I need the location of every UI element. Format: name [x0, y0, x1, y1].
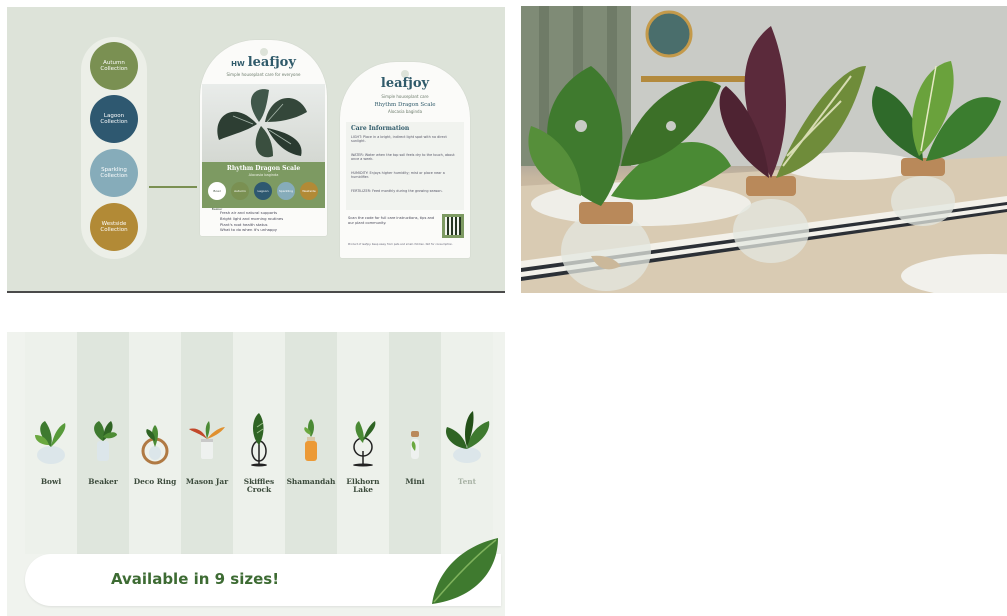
mini-badge: Bowl Beaker: [208, 182, 226, 211]
size-name: Mason Jar: [185, 477, 229, 486]
shamandah-icon: [304, 419, 317, 461]
size-name: Elkhorn Lake: [346, 477, 380, 494]
size-name: Tent: [457, 477, 477, 486]
skiffles-crock-icon: [251, 413, 267, 467]
sizes-banner: Available in 9 sizes!: [25, 538, 501, 606]
feature-list: Fresh air and natural supports Bright li…: [220, 210, 320, 233]
lifestyle-photo[interactable]: [521, 6, 1007, 293]
care-line: HUMIDITY: Enjoys higher humidity; mist o…: [351, 171, 445, 180]
bowl-icon: [35, 421, 66, 464]
mini-badge: Sparkling: [277, 182, 295, 200]
scan-note: Scan the code for full care instructions…: [348, 216, 435, 225]
mini-badge: Autumn: [231, 182, 249, 200]
plant-photo: [202, 84, 325, 162]
size-name: Shamandah: [286, 477, 336, 486]
collection-pill: Autumn Collection Lagoon Collection Spar…: [81, 37, 147, 259]
collection-badge-autumn: Autumn Collection: [90, 42, 138, 90]
tent-icon: [445, 411, 490, 463]
plant-name: Rhythm Dragon Scale: [226, 165, 301, 172]
tag-front: HW leafjoy Simple houseplant care for eve…: [200, 40, 327, 236]
mini-badge: Lagoon: [254, 182, 272, 200]
size-name: Beaker: [88, 477, 118, 486]
care-info-box: Care Information LIGHT: Place in a brigh…: [346, 122, 464, 210]
plant-latin: Alocasia baginda: [387, 109, 423, 114]
care-line: FERTILIZER: Feed monthly during the grow…: [351, 189, 443, 193]
collection-badge-sparkling: Sparkling Collection: [90, 149, 138, 197]
size-name: Bowl: [40, 477, 62, 486]
collection-badge-westside: Westside Collection: [90, 203, 138, 251]
brand-logo: HW leafjoy: [231, 55, 296, 70]
banner-text: Available in 9 sizes!: [110, 570, 280, 588]
brand-tagline: Simple houseplant care for everyone: [226, 72, 301, 77]
collection-badge-lagoon: Lagoon Collection: [90, 95, 138, 143]
deco-ring-icon: [141, 425, 169, 465]
care-line: WATER: Water when the top soil feels dry…: [351, 153, 455, 162]
sizes-image[interactable]: Bowl Beaker Deco Ring Mason Jar Skiffles…: [7, 332, 505, 616]
brand-tagline: Simple houseplant care: [381, 94, 429, 99]
tag-back: leafjoy Simple houseplant care Rhythm Dr…: [340, 62, 470, 258]
plant-name-band: Rhythm Dragon Scale Alocasia baginda Bow…: [202, 162, 325, 211]
beaker-icon: [94, 421, 117, 461]
mini-badge: Westside: [300, 182, 318, 200]
size-name: Skiffles Crock: [243, 477, 275, 494]
legal-text: Product of leafjoy. Keep away from pets …: [348, 243, 453, 246]
table-scene-image: [521, 6, 1007, 293]
plant-name: Rhythm Dragon Scale: [374, 102, 436, 108]
feature-item: What to do when it's unhappy: [220, 227, 277, 233]
product-gallery: Autumn Collection Lagoon Collection Spar…: [0, 0, 1007, 616]
mini-icon: [411, 431, 419, 459]
elkhorn-lake-icon: [353, 421, 376, 467]
qr-code-icon: [442, 214, 464, 238]
size-name: Mini: [405, 477, 425, 486]
brand-logo: leafjoy: [380, 76, 430, 91]
mason-jar-icon: [189, 421, 225, 459]
label-design-image[interactable]: Autumn Collection Lagoon Collection Spar…: [7, 7, 505, 293]
care-title: Care Information: [351, 125, 410, 132]
size-name: Deco Ring: [133, 477, 177, 486]
leaf-icon: [432, 538, 498, 604]
care-line: LIGHT: Place in a bright, indirect light…: [351, 135, 447, 144]
connector-line: [149, 186, 197, 188]
plant-latin: Alocasia baginda: [248, 173, 279, 177]
